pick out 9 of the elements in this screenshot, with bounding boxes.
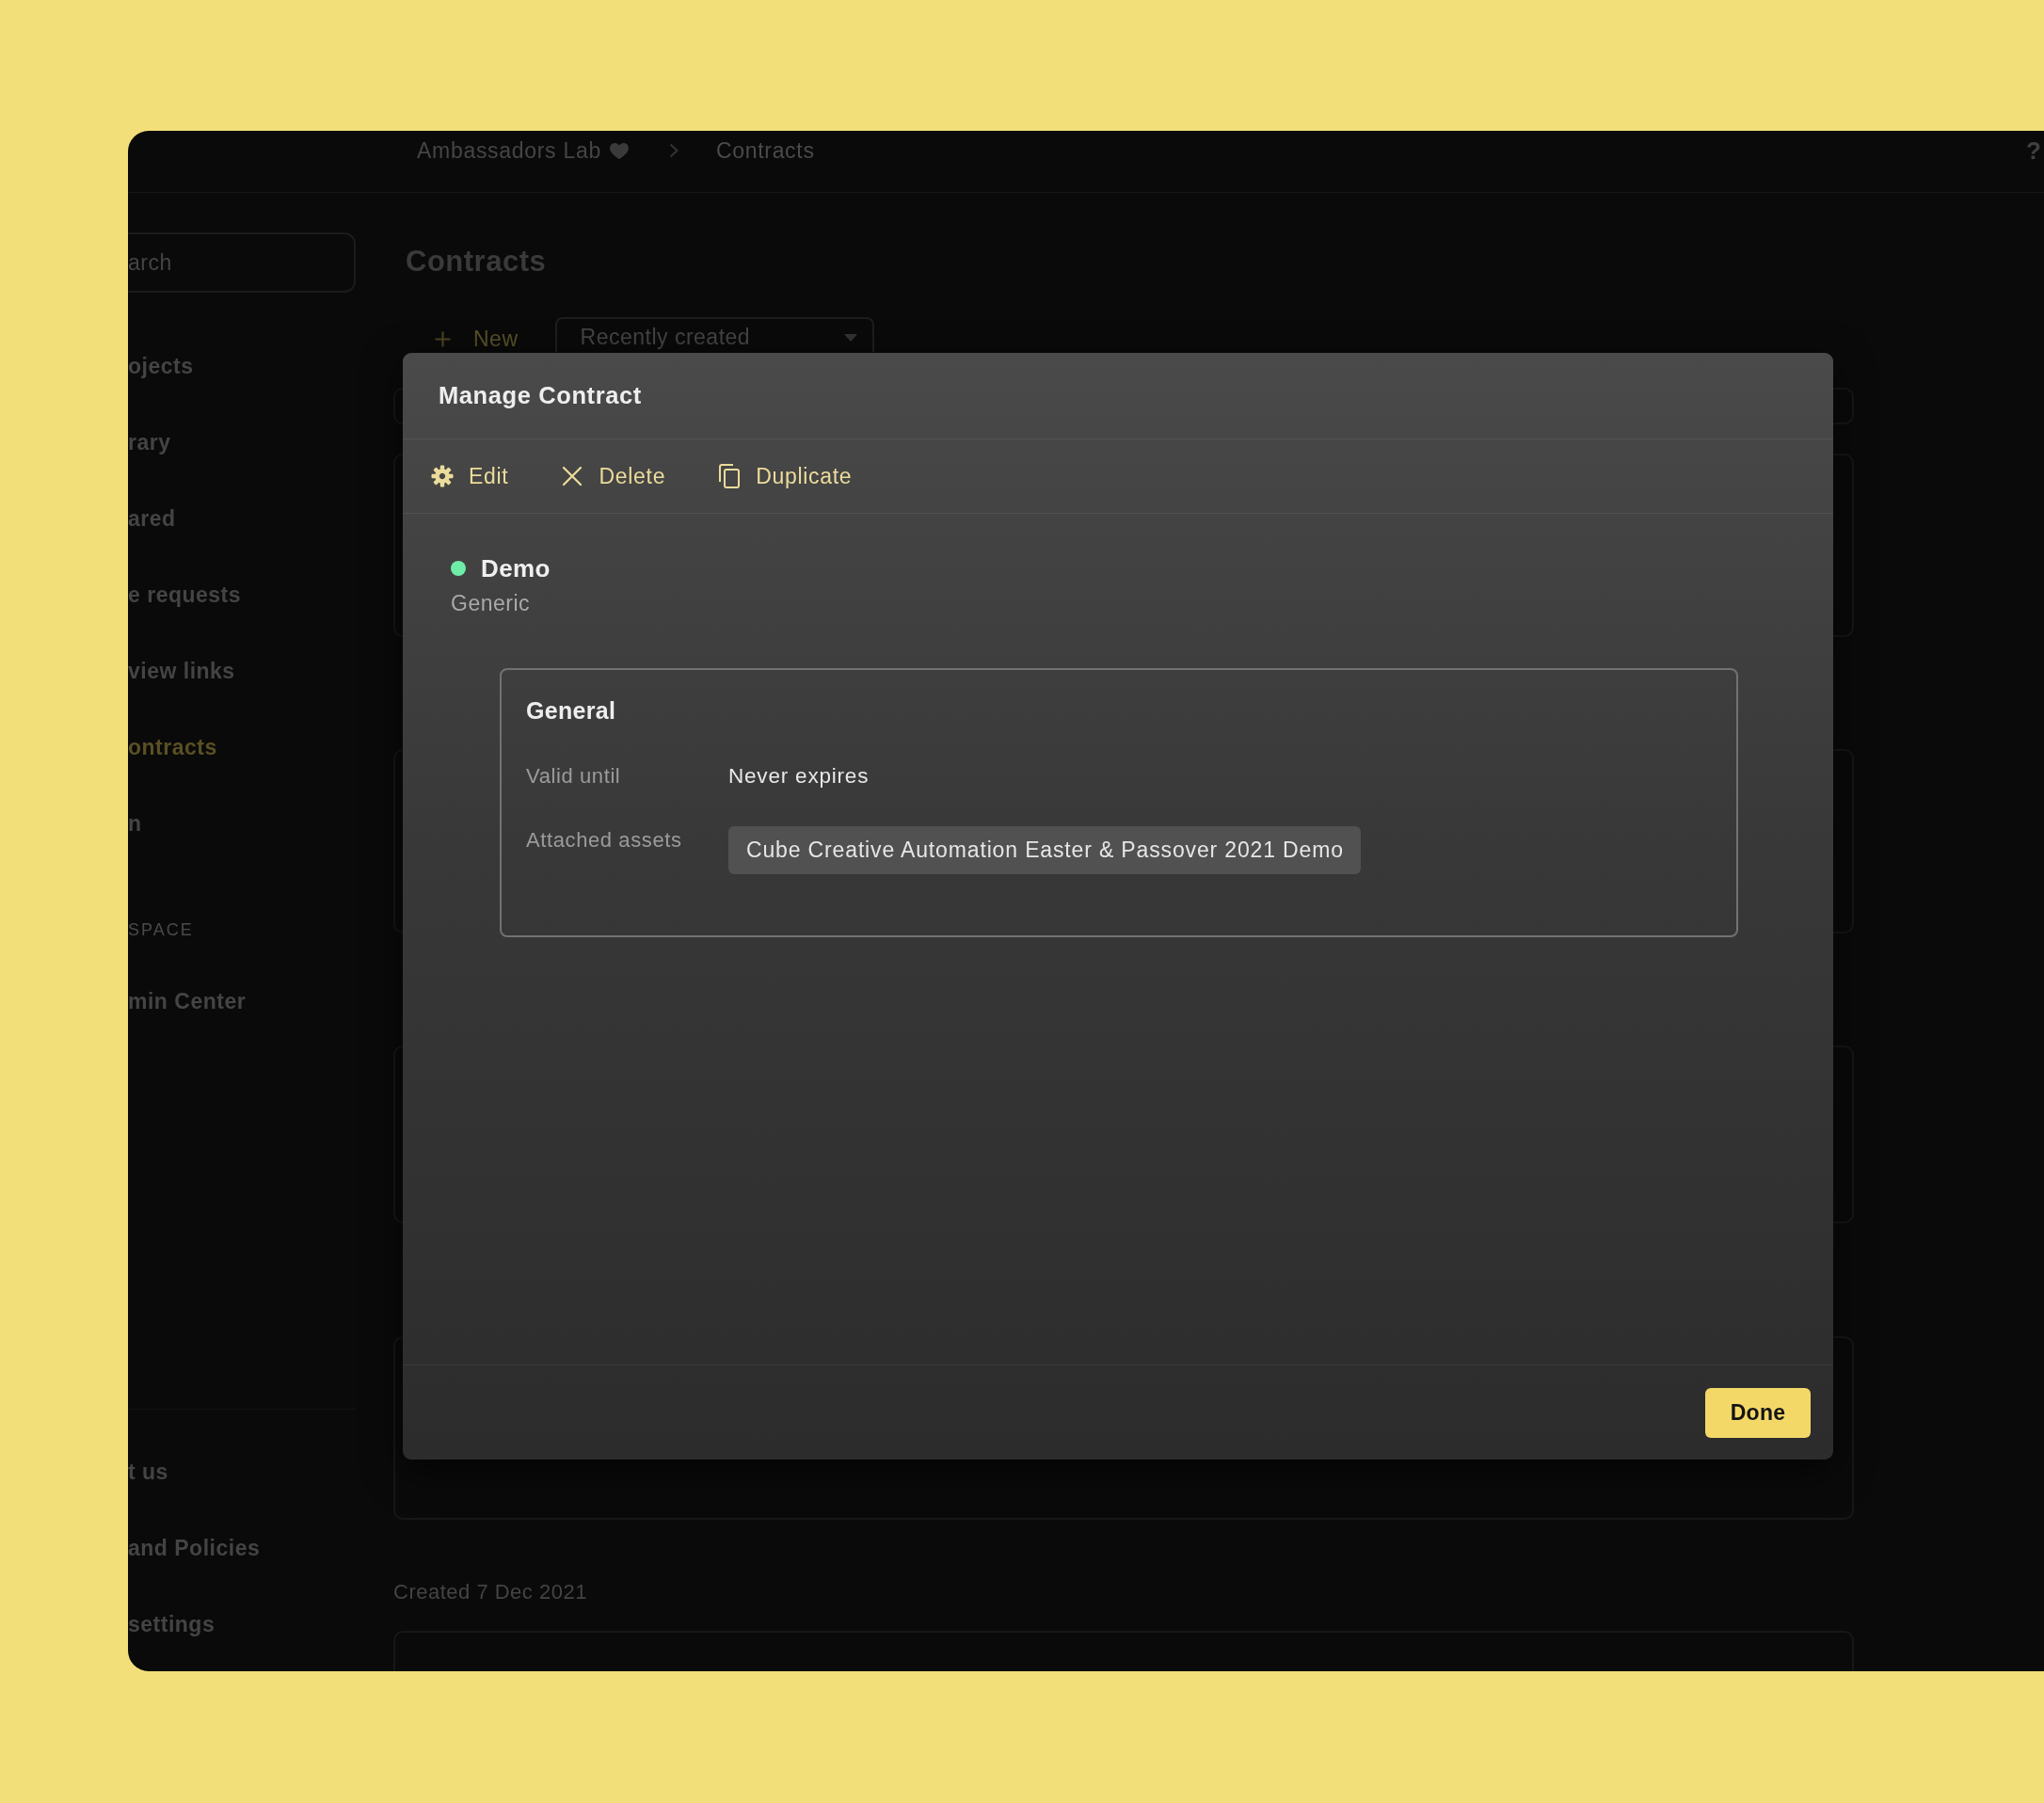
contract-type: Generic: [451, 590, 531, 616]
modal-title: Manage Contract: [439, 382, 642, 409]
section-label: SPACE: [128, 919, 194, 941]
contract-name: Demo: [481, 553, 551, 583]
field-label: Valid until: [526, 763, 621, 790]
group-label: Created 7 Dec 2021: [393, 1579, 587, 1605]
field-value: Never expires: [728, 763, 870, 790]
section-title: General: [526, 696, 616, 725]
field-label: Attached assets: [526, 827, 682, 854]
